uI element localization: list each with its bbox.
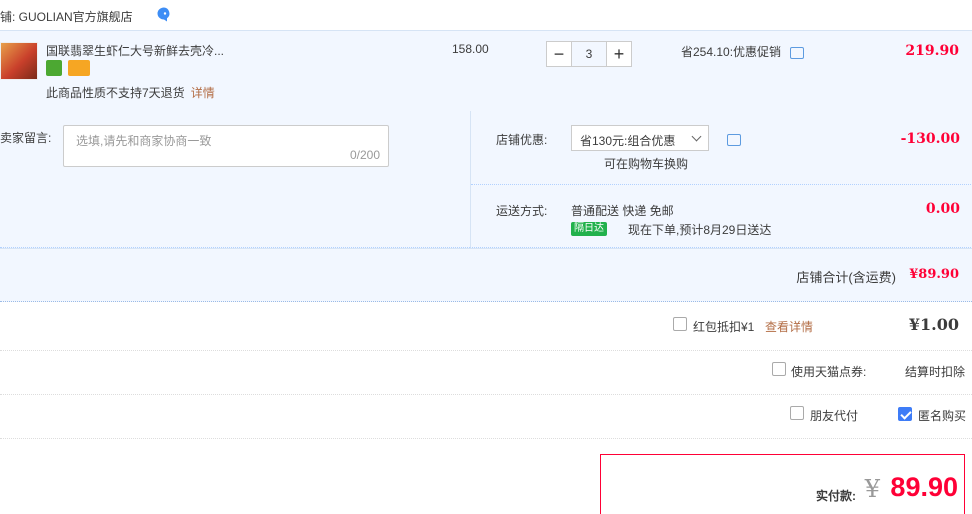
red-packet-detail-link[interactable]: 查看详情 <box>765 318 813 335</box>
promotion-info: 省254.10:优惠促销 <box>681 43 805 60</box>
card-badge-icon <box>68 60 90 76</box>
quantity-decrease-button[interactable]: − <box>546 41 572 67</box>
shop-discount-note: 可在购物车换购 <box>604 157 689 171</box>
red-packet-row <box>0 301 972 351</box>
amount-due-label: 实付款: <box>816 489 856 503</box>
amount-due: 89.90 <box>890 472 958 502</box>
divider <box>471 184 972 185</box>
tmall-points-label: 使用天猫点券: <box>791 365 867 379</box>
shop-discount-amount: -130.00 <box>900 131 960 147</box>
friend-pay-checkbox[interactable] <box>790 406 804 420</box>
anonymous-label: 匿名购买 <box>918 409 967 423</box>
seller-message-input[interactable]: 选填,请先和商家协商一致 0/200 <box>63 125 389 167</box>
currency-symbol: ¥ <box>864 475 880 503</box>
store-benefits-section: 店铺优惠: 省130元:组合优惠 可在购物车换购 -130.00 运送方式: 普… <box>470 111 972 248</box>
tmall-points-status: 结算时扣除 <box>904 365 965 379</box>
seller-message-counter: 0/200 <box>349 148 380 162</box>
seller-message-placeholder: 选填,请先和商家协商一致 <box>76 134 212 148</box>
quantity-stepper: − 3 + <box>546 41 632 67</box>
unit-price: 158.00 <box>452 42 489 56</box>
promotion-text: 省254.10:优惠促销 <box>681 45 782 59</box>
shop-discount-select[interactable]: 省130元:组合优惠 <box>571 125 709 151</box>
store-total-row: 店铺合计(含运费) ¥89.90 <box>0 248 972 302</box>
tmall-points-checkbox[interactable] <box>772 362 786 376</box>
store-name[interactable]: 店铺: GUOLIAN官方旗舰店 <box>0 8 133 25</box>
red-packet-label: 红包抵扣¥1 <box>693 320 755 334</box>
payment-summary-box: 实付款: ¥ 89.90 <box>600 454 965 514</box>
return-detail-link[interactable]: 详情 <box>191 86 215 100</box>
store-header: 店铺: GUOLIAN官方旗舰店 <box>0 0 972 30</box>
red-packet-checkbox[interactable] <box>673 317 687 331</box>
product-thumbnail[interactable] <box>0 42 38 80</box>
shipping-eta: 现在下单,预计8月29日送达 <box>628 223 772 237</box>
shipping-label: 运送方式: <box>496 204 548 218</box>
store-total-amount: ¥89.90 <box>909 267 959 282</box>
next-day-badge: 隔日达 <box>571 222 607 236</box>
shop-discount-chat-icon[interactable] <box>727 134 741 146</box>
seller-message-section: 给卖家留言: 选填,请先和商家协商一致 0/200 <box>0 111 470 248</box>
quality-badge-icon <box>46 60 62 76</box>
seller-message-label: 给卖家留言: <box>0 131 52 145</box>
shipping-method: 普通配送 快递 免邮 <box>571 204 674 218</box>
shop-discount-value: 省130元:组合优惠 <box>580 134 676 148</box>
shipping-fee: 0.00 <box>925 201 960 217</box>
shop-discount-label: 店铺优惠: <box>496 133 548 147</box>
no-return-notice: 此商品性质不支持7天退货 详情 <box>46 84 215 101</box>
chat-bubble-icon[interactable] <box>156 6 172 22</box>
product-title-link[interactable]: 国联翡翠生虾仁大号新鲜去壳冷... <box>46 42 224 59</box>
quantity-increase-button[interactable]: + <box>606 41 632 67</box>
quantity-input[interactable]: 3 <box>572 41 606 67</box>
chevron-down-icon <box>691 131 702 142</box>
no-return-text: 此商品性质不支持7天退货 <box>46 86 185 100</box>
friend-pay-label: 朋友代付 <box>810 409 859 423</box>
red-packet-amount: ¥1.00 <box>908 315 959 334</box>
promotion-chat-icon[interactable] <box>790 46 805 59</box>
anonymous-checkbox[interactable] <box>898 406 912 421</box>
order-item-row: 国联翡翠生虾仁大号新鲜去壳冷... 此商品性质不支持7天退货 详情 158.00 … <box>0 30 972 111</box>
item-subtotal: 219.90 <box>905 43 959 59</box>
store-total-label: 店铺合计(含运费) <box>796 270 896 285</box>
